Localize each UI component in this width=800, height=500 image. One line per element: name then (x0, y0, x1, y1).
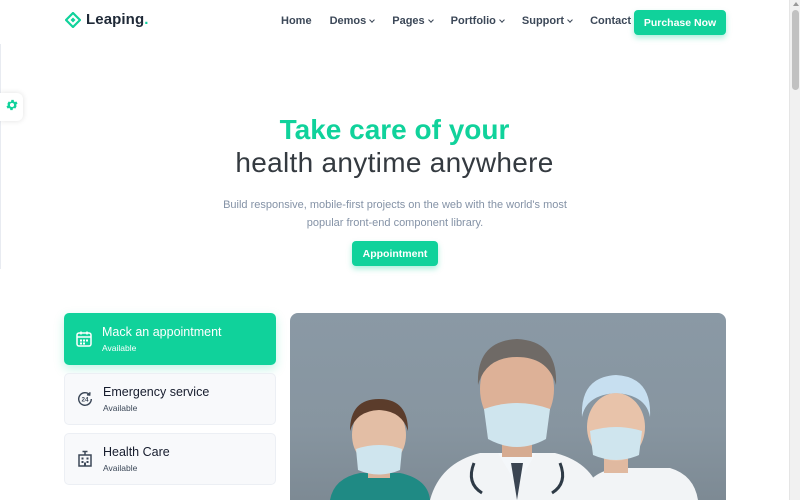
nav-item-contact[interactable]: Contact (590, 15, 631, 27)
logo-icon (64, 10, 82, 29)
scrollbar-thumb[interactable] (792, 10, 799, 90)
service-title: Mack an appointment (102, 325, 222, 339)
nav-label: Contact (590, 15, 632, 27)
nav-label: Home (281, 15, 312, 27)
24-hours-icon: 24 (76, 390, 94, 408)
service-card-emergency[interactable]: 24 Emergency service Available (64, 373, 276, 425)
service-status: Available (103, 403, 138, 413)
doctor-right-figure (580, 375, 698, 500)
brand-logo[interactable]: Leaping. (64, 10, 149, 29)
service-card-health-care[interactable]: Health Care Available (64, 433, 276, 485)
medical-team-photo (290, 313, 726, 500)
service-title: Health Care (103, 445, 170, 459)
main-nav: Home Demos Pages Portfolio Support Conta… (281, 15, 649, 27)
service-status: Available (103, 463, 138, 473)
service-status: Available (102, 343, 137, 353)
nav-item-support[interactable]: Support (521, 15, 573, 27)
nav-item-pages[interactable]: Pages (392, 15, 434, 27)
scroll-up-arrow-icon[interactable] (793, 2, 799, 6)
doctor-center-figure (430, 339, 602, 500)
nav-label: Pages (392, 15, 425, 27)
navbar: Leaping. Home Demos Pages Portfolio Supp… (0, 0, 789, 44)
vertical-scrollbar[interactable] (789, 0, 800, 500)
nav-label: Support (521, 15, 565, 27)
chevron-down-icon (369, 17, 376, 23)
service-title: Emergency service (103, 385, 210, 399)
nav-item-demos[interactable]: Demos (329, 15, 376, 27)
nav-item-home[interactable]: Home (281, 15, 312, 27)
hero-title: health anytime anywhere (235, 147, 554, 178)
nav-label: Demos (329, 15, 367, 27)
appointment-button[interactable]: Appointment (352, 241, 438, 266)
hero-title-highlight: Take care of your (279, 114, 510, 145)
calendar-icon (75, 330, 93, 348)
brand-name: Leaping (86, 11, 145, 28)
nav-label: Portfolio (450, 15, 496, 27)
chevron-down-icon (499, 17, 505, 23)
doctor-left-figure (330, 399, 430, 500)
svg-text:24: 24 (81, 396, 89, 403)
purchase-now-button[interactable]: Purchase Now (634, 10, 726, 35)
nav-item-portfolio[interactable]: Portfolio (450, 15, 505, 27)
hospital-building-icon (76, 450, 94, 468)
hero-subtitle: Build responsive, mobile-first projects … (223, 199, 567, 229)
chevron-down-icon (427, 17, 434, 23)
chevron-down-icon (567, 17, 573, 23)
brand-dot: . (144, 11, 149, 28)
service-card-appointment[interactable]: Mack an appointment Available (64, 313, 276, 365)
